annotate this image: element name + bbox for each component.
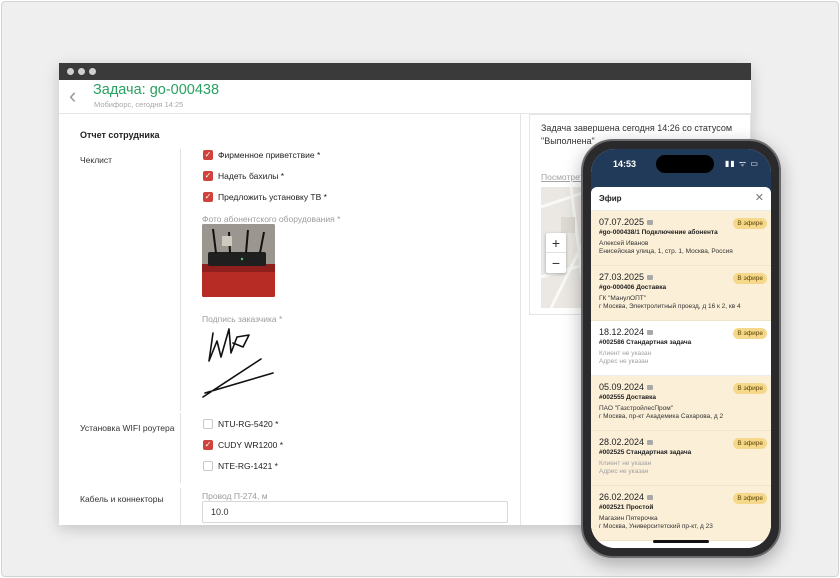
window-minimize-dot[interactable] <box>78 68 85 75</box>
wifi-option-label: NTE-RG-1421 * <box>218 461 278 471</box>
sheet-title: Эфир <box>599 194 622 203</box>
task-number: #go-000406 Доставка <box>599 284 667 291</box>
checkbox-unchecked[interactable] <box>203 461 213 471</box>
wifi-option-label: CUDY WR1200 * <box>218 440 284 450</box>
task-client: Клиент не указан <box>599 350 652 357</box>
task-number: #go-000438/1 Подключение абонента <box>599 229 718 236</box>
task-client: ПАО "ГазстройлесПром" <box>599 405 674 412</box>
task-card[interactable]: 26.02.2024 В эфире #002521 Простой Магазин … <box>591 486 771 541</box>
air-sheet: Эфир ✕ 07.07.2025 В эфире #go-000438/1 Под… <box>591 187 771 548</box>
wifi-option[interactable]: NTE-RG-1421 * <box>203 461 278 471</box>
home-indicator <box>653 540 709 543</box>
task-address: Адрес не указан <box>599 468 649 475</box>
checklist-item-label: Надеть бахилы * <box>218 171 285 181</box>
back-arrow-icon[interactable]: ‹ <box>69 85 83 107</box>
close-icon[interactable]: ✕ <box>755 191 764 204</box>
status-badge: В эфире <box>733 493 767 504</box>
checklist-item[interactable]: Предложить установку ТВ * <box>203 192 327 202</box>
checkbox-checked[interactable] <box>203 150 213 160</box>
task-date: 05.09.2024 <box>599 382 645 392</box>
message-icon <box>647 219 654 225</box>
task-card[interactable]: 05.09.2024 В эфире #002555 Доставка ПАО "Га… <box>591 376 771 431</box>
task-header: ‹ Задача: go-000438 Мобифорс, сегодня 14… <box>59 80 751 114</box>
task-address: Енисейская улица, 1, стр. 1, Москва, Рос… <box>599 248 733 255</box>
phone-time: 14:53 <box>613 159 637 169</box>
page-title: Задача: go-000438 <box>93 82 220 98</box>
photo-label: Фото абонентского оборудования * <box>202 214 341 224</box>
message-icon <box>647 494 654 500</box>
task-date: 07.07.2025 <box>599 217 645 227</box>
task-client: Клиент не указан <box>599 460 652 467</box>
checklist-item-label: Фирменное приветствие * <box>218 150 321 160</box>
task-number: #002586 Стандартная задача <box>599 339 692 346</box>
task-card[interactable]: 28.02.2024 В эфире #002525 Стандартная зад… <box>591 431 771 486</box>
message-icon <box>647 384 654 390</box>
page-subtitle: Мобифорс, сегодня 14:25 <box>94 100 184 109</box>
message-icon <box>647 439 654 445</box>
message-icon <box>647 274 654 280</box>
report-heading: Отчет сотрудника <box>80 130 160 140</box>
wifi-section-label: Установка WIFI роутера <box>80 423 175 433</box>
task-card[interactable]: 07.07.2025 В эфире #go-000438/1 Подключени… <box>591 211 771 266</box>
task-date: 26.02.2024 <box>599 492 645 502</box>
cable-section-label: Кабель и коннекторы <box>80 494 164 504</box>
phone-screen: 14:53 ▮▮ ᯤ ▭ Эфир ✕ 07.07.2025 В эфире #go… <box>591 149 771 548</box>
checkbox-unchecked[interactable] <box>203 419 213 429</box>
status-badge: В эфире <box>733 328 767 339</box>
status-badge: В эфире <box>733 273 767 284</box>
panel-divider <box>520 114 521 525</box>
sheet-header: Эфир ✕ <box>591 187 771 211</box>
task-address: Адрес не указан <box>599 358 649 365</box>
wifi-option-label: NTU-RG-5420 * <box>218 419 279 429</box>
task-number: #002555 Доставка <box>599 394 656 401</box>
checklist-item[interactable]: Надеть бахилы * <box>203 171 284 181</box>
wifi-option[interactable]: NTU-RG-5420 * <box>203 419 278 429</box>
wire-length-input[interactable]: 10.0 <box>202 501 508 523</box>
status-badge: В эфире <box>733 383 767 394</box>
message-icon <box>647 329 654 335</box>
window-close-dot[interactable] <box>67 68 74 75</box>
task-date: 18.12.2024 <box>599 327 645 337</box>
wifi-option[interactable]: CUDY WR1200 * <box>203 440 283 450</box>
status-badge: В эфире <box>733 218 767 229</box>
task-client: Алексей Иванов <box>599 240 649 247</box>
checkbox-checked[interactable] <box>203 440 213 450</box>
phone-mockup: 14:53 ▮▮ ᯤ ▭ Эфир ✕ 07.07.2025 В эфире #go… <box>581 139 781 558</box>
window-maximize-dot[interactable] <box>89 68 96 75</box>
zoom-out-button[interactable]: − <box>546 253 566 273</box>
task-number: #002525 Стандартная задача <box>599 449 692 456</box>
checkbox-checked[interactable] <box>203 171 213 181</box>
task-date: 27.03.2025 <box>599 272 645 282</box>
section-divider <box>180 488 181 525</box>
zoom-control: + − <box>546 233 566 273</box>
status-badge: В эфире <box>733 438 767 449</box>
equipment-photo[interactable] <box>202 224 275 297</box>
task-address: г Москва, Университетский пр-кт, д 23 <box>599 523 713 530</box>
dynamic-island <box>656 155 714 173</box>
task-card[interactable]: 27.03.2025 В эфире #go-000406 Доставка ГК "… <box>591 266 771 321</box>
section-divider <box>180 413 181 483</box>
section-divider <box>180 149 181 411</box>
checklist-label: Чеклист <box>80 155 113 165</box>
checklist-item-label: Предложить установку ТВ * <box>218 192 327 202</box>
checkbox-checked[interactable] <box>203 192 213 202</box>
task-address: г Москва, пр-кт Академика Сахарова, д 2 <box>599 413 724 420</box>
task-date: 28.02.2024 <box>599 437 645 447</box>
task-address: г Москва, Электролитный проезд, д 16 к 2… <box>599 303 741 310</box>
task-client: ГК "МанулОПТ" <box>599 295 647 302</box>
checklist-item[interactable]: Фирменное приветствие * <box>203 150 320 160</box>
task-client: Магазин Пятерочка <box>599 515 658 522</box>
task-card[interactable]: 18.12.2024 В эфире #002586 Стандартная зад… <box>591 321 771 376</box>
task-number: #002521 Простой <box>599 504 654 511</box>
window-titlebar <box>59 63 751 80</box>
zoom-in-button[interactable]: + <box>546 233 566 253</box>
signal-wifi-battery-icon: ▮▮ ᯤ ▭ <box>724 159 759 168</box>
wire-label: Провод П-274, м <box>202 491 268 501</box>
customer-signature <box>202 328 274 398</box>
